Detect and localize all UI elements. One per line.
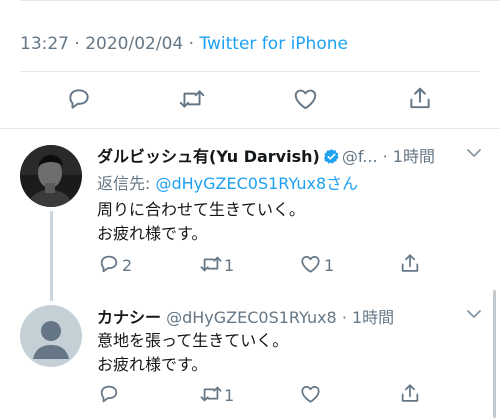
divider — [20, 71, 480, 72]
user-handle: @dHyGZEC0S1RYux8 — [161, 308, 337, 327]
retweet-count: 1 — [224, 386, 235, 405]
reply-icon[interactable] — [98, 253, 120, 275]
retweet-count: 1 — [224, 256, 235, 275]
retweet-icon[interactable] — [178, 86, 206, 112]
scrollbar[interactable] — [493, 290, 496, 418]
avatar-default[interactable] — [20, 305, 82, 367]
divider — [0, 128, 500, 129]
like-icon[interactable] — [299, 253, 322, 275]
tweet-timestamp: 13:27 · 2020/02/04 · Twitter for iPhone — [20, 34, 348, 54]
retweet-icon[interactable] — [199, 253, 223, 275]
tweet-text: 周りに合わせて生きていく。 お疲れ様です。 — [97, 200, 306, 243]
share-icon[interactable] — [407, 85, 433, 112]
replying-to-handle[interactable]: @dHyGZEC0S1RYux8さん — [155, 174, 358, 193]
chevron-down-icon[interactable] — [465, 306, 483, 325]
share-icon[interactable] — [399, 382, 421, 405]
reply-time: · 1時間 — [377, 147, 435, 166]
tweet-source-link[interactable]: Twitter for iPhone — [199, 34, 348, 54]
verified-badge-icon — [323, 148, 340, 169]
divider-top — [20, 0, 500, 1]
reply1-header: ダルビッシュ有(Yu Darvish) @f... · 1時間 — [97, 143, 435, 169]
thread-connector-line — [50, 211, 53, 301]
user-handle: @f... — [341, 147, 378, 166]
share-icon[interactable] — [399, 252, 421, 275]
tweet-date: 2020/02/04 — [85, 34, 184, 54]
chevron-down-icon[interactable] — [465, 145, 483, 164]
reply-icon[interactable] — [66, 86, 92, 112]
retweet-icon[interactable] — [199, 383, 223, 405]
display-name[interactable]: ダルビッシュ有(Yu Darvish) — [97, 147, 320, 166]
reply2-header: カナシー @dHyGZEC0S1RYux8 · 1時間 — [97, 304, 394, 328]
display-name[interactable]: カナシー — [97, 308, 161, 327]
tweet-time: 13:27 — [20, 34, 69, 54]
like-count: 1 — [324, 256, 335, 275]
avatar-yu-darvish[interactable] — [20, 145, 82, 207]
like-icon[interactable] — [292, 86, 319, 112]
tweet-text: 意地を張って生きていく。 お疲れ様です。 — [97, 331, 289, 374]
like-icon[interactable] — [299, 383, 322, 405]
reply-time: · 1時間 — [336, 308, 395, 327]
replying-to: 返信先: @dHyGZEC0S1RYux8さん — [97, 174, 359, 193]
reply-count: 2 — [122, 256, 133, 275]
reply-icon[interactable] — [98, 383, 120, 405]
